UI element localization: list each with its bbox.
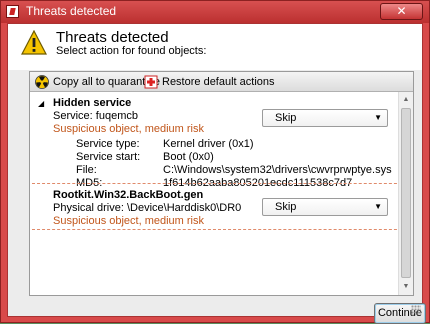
threat-separator bbox=[32, 183, 412, 184]
scrollbar-thumb[interactable] bbox=[401, 108, 411, 278]
action-select[interactable]: Skip ▼ bbox=[262, 198, 388, 216]
page-title: Threats detected bbox=[56, 29, 169, 46]
action-select-value: Skip bbox=[275, 112, 297, 124]
warning-icon bbox=[21, 30, 47, 55]
action-select[interactable]: Skip ▼ bbox=[262, 109, 388, 127]
threat-object: Physical drive: \Device\Harddisk0\DR0 bbox=[53, 202, 242, 214]
detail-value: C:\Windows\system32\drivers\cwvrprwptye.… bbox=[163, 164, 392, 176]
title-bar[interactable]: Threats detected ✕ bbox=[1, 1, 429, 23]
resize-grip-icon[interactable] bbox=[411, 305, 421, 315]
threat-name: Rootkit.Win32.BackBoot.gen bbox=[53, 189, 204, 201]
scroll-up-icon[interactable]: ▲ bbox=[399, 93, 413, 107]
threat-item-rootkit: Rootkit.Win32.BackBoot.gen Physical driv… bbox=[30, 188, 398, 230]
threat-risk-level: Suspicious object, medium risk bbox=[53, 215, 205, 227]
chevron-down-icon: ▼ bbox=[374, 113, 382, 122]
restore-cross-icon bbox=[144, 75, 158, 89]
kaspersky-app-icon bbox=[6, 5, 19, 18]
detail-label: File: bbox=[76, 164, 97, 176]
restore-defaults-label: Restore default actions bbox=[162, 76, 275, 88]
threats-dialog-window: Threats detected ✕ Threats detected Sele… bbox=[0, 0, 430, 324]
close-button[interactable]: ✕ bbox=[380, 3, 423, 20]
detail-label: Service type: bbox=[76, 138, 140, 150]
restore-default-actions-button[interactable]: Restore default actions bbox=[144, 74, 275, 90]
page-subtitle: Select action for found objects: bbox=[56, 45, 207, 57]
detail-label: Service start: bbox=[76, 151, 141, 163]
scroll-down-icon[interactable]: ▼ bbox=[399, 280, 413, 294]
action-select-value: Skip bbox=[275, 201, 297, 213]
detail-value: Boot (0x0) bbox=[163, 151, 214, 163]
threat-separator bbox=[32, 229, 412, 230]
radiation-icon bbox=[35, 75, 49, 89]
threat-object: Service: fuqemcb bbox=[53, 110, 138, 122]
threat-name: Hidden service bbox=[53, 97, 132, 109]
copy-all-to-quarantine-button[interactable]: Copy all to quarantine bbox=[35, 74, 160, 90]
panel-toolbar: Copy all to quarantine Restore default a… bbox=[30, 72, 413, 92]
dialog-header: Threats detected Select action for found… bbox=[8, 24, 422, 70]
vertical-scrollbar[interactable]: ▲ ▼ bbox=[398, 92, 413, 295]
threats-panel: Copy all to quarantine Restore default a… bbox=[29, 71, 414, 296]
window-title: Threats detected bbox=[26, 4, 117, 18]
chevron-down-icon: ▼ bbox=[374, 202, 382, 211]
detail-value: Kernel driver (0x1) bbox=[163, 138, 254, 150]
dialog-client-area: Threats detected Select action for found… bbox=[7, 23, 426, 324]
collapse-arrow-icon[interactable]: ◢ bbox=[38, 99, 44, 108]
threat-risk-level: Suspicious object, medium risk bbox=[53, 123, 205, 135]
